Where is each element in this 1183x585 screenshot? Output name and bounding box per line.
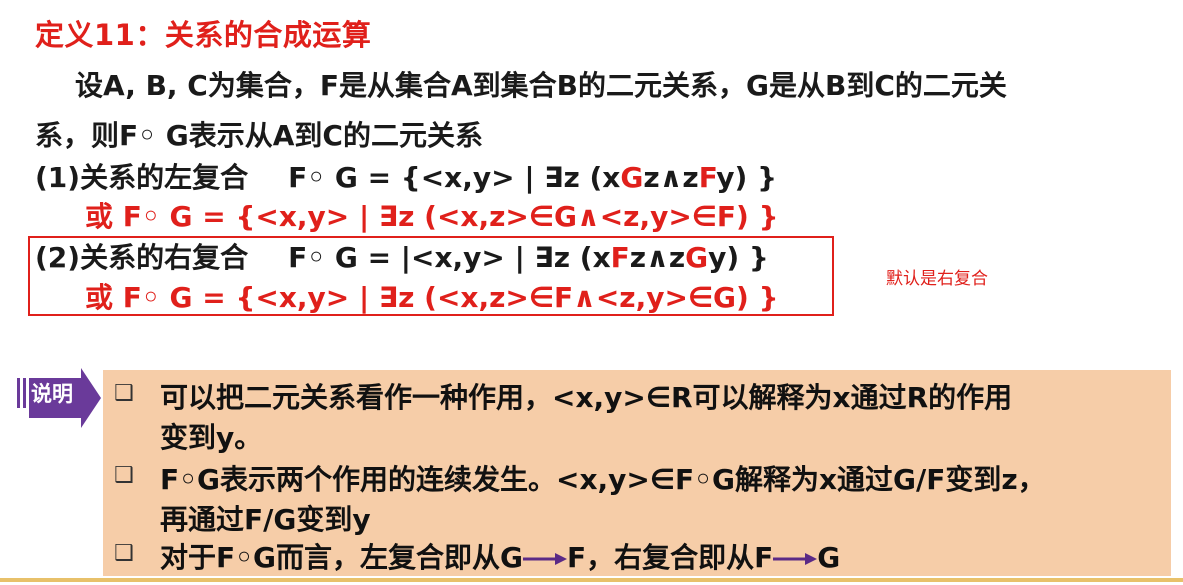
right-expr-f: F	[610, 241, 630, 274]
left-composition-alt: 或 F◦ G = {<x,y> | ∃z (<x,z>∈G∧<z,y>∈F) }	[85, 200, 779, 233]
bullet-3-text-pre: 对于F◦G而言，左复合即从G	[160, 541, 523, 574]
right-expr-mid: z∧z	[629, 241, 686, 274]
right-expr-pre: F◦ G = |<x,y> | ∃z (x	[288, 241, 611, 274]
arrow-right-icon	[773, 553, 818, 565]
intro-line-2: 系，则F◦ G表示从A到C的二元关系	[35, 119, 483, 152]
bullet-3-icon: ❑	[114, 541, 134, 566]
left-expr-f: F	[698, 161, 717, 194]
explain-tag-label: 说明	[31, 381, 73, 406]
left-expr-post: y) }	[716, 161, 778, 194]
intro-line-1: 设A, B, C为集合，F是从集合A到集合B的二元关系，G是从B到C的二元关	[75, 69, 1007, 102]
left-expr-mid: z∧z	[643, 161, 699, 194]
definition-title: 定义11：关系的合成运算	[35, 18, 372, 52]
right-composition-row: (2)关系的右复合 F◦ G = |<x,y> | ∃z (xFz∧zGy) }	[35, 236, 769, 276]
bottom-divider	[0, 578, 1183, 582]
right-expr-post: y) }	[708, 241, 769, 274]
left-composition-label: (1)关系的左复合	[35, 161, 249, 194]
right-composition-label: (2)关系的右复合	[35, 241, 249, 274]
arrow-right-icon	[523, 553, 567, 565]
left-composition-row: (1)关系的左复合 F◦ G = {<x,y> | ∃z (xGz∧zFy) }	[35, 156, 777, 196]
bullet-1-line-1: 可以把二元关系看作一种作用，<x,y>∈R可以解释为x通过R的作用	[160, 381, 1013, 414]
bullet-1-icon: ❑	[114, 381, 134, 406]
bullet-2-line-1: F◦G表示两个作用的连续发生。<x,y>∈F◦G解释为x通过G/F变到z，	[160, 463, 1046, 496]
bullet-3-text-mid: F，右复合即从F	[567, 541, 774, 574]
bullet-2-icon: ❑	[114, 463, 134, 488]
left-expr-g: G	[620, 161, 644, 194]
left-expr-pre: F◦ G = {<x,y> | ∃z (x	[288, 161, 621, 194]
bullet-3-text-end: G	[817, 541, 841, 574]
bullet-3-line: 对于F◦G而言，左复合即从G F，右复合即从F G	[160, 536, 840, 576]
bullet-2-line-2: 再通过F/G变到y	[160, 503, 371, 536]
bullet-1-line-2: 变到y。	[160, 421, 263, 454]
right-expr-g: G	[685, 241, 709, 274]
default-note: 默认是右复合	[886, 269, 988, 289]
right-composition-alt: 或 F◦ G = {<x,y> | ∃z (<x,z>∈F∧<z,y>∈G) }	[85, 281, 779, 314]
